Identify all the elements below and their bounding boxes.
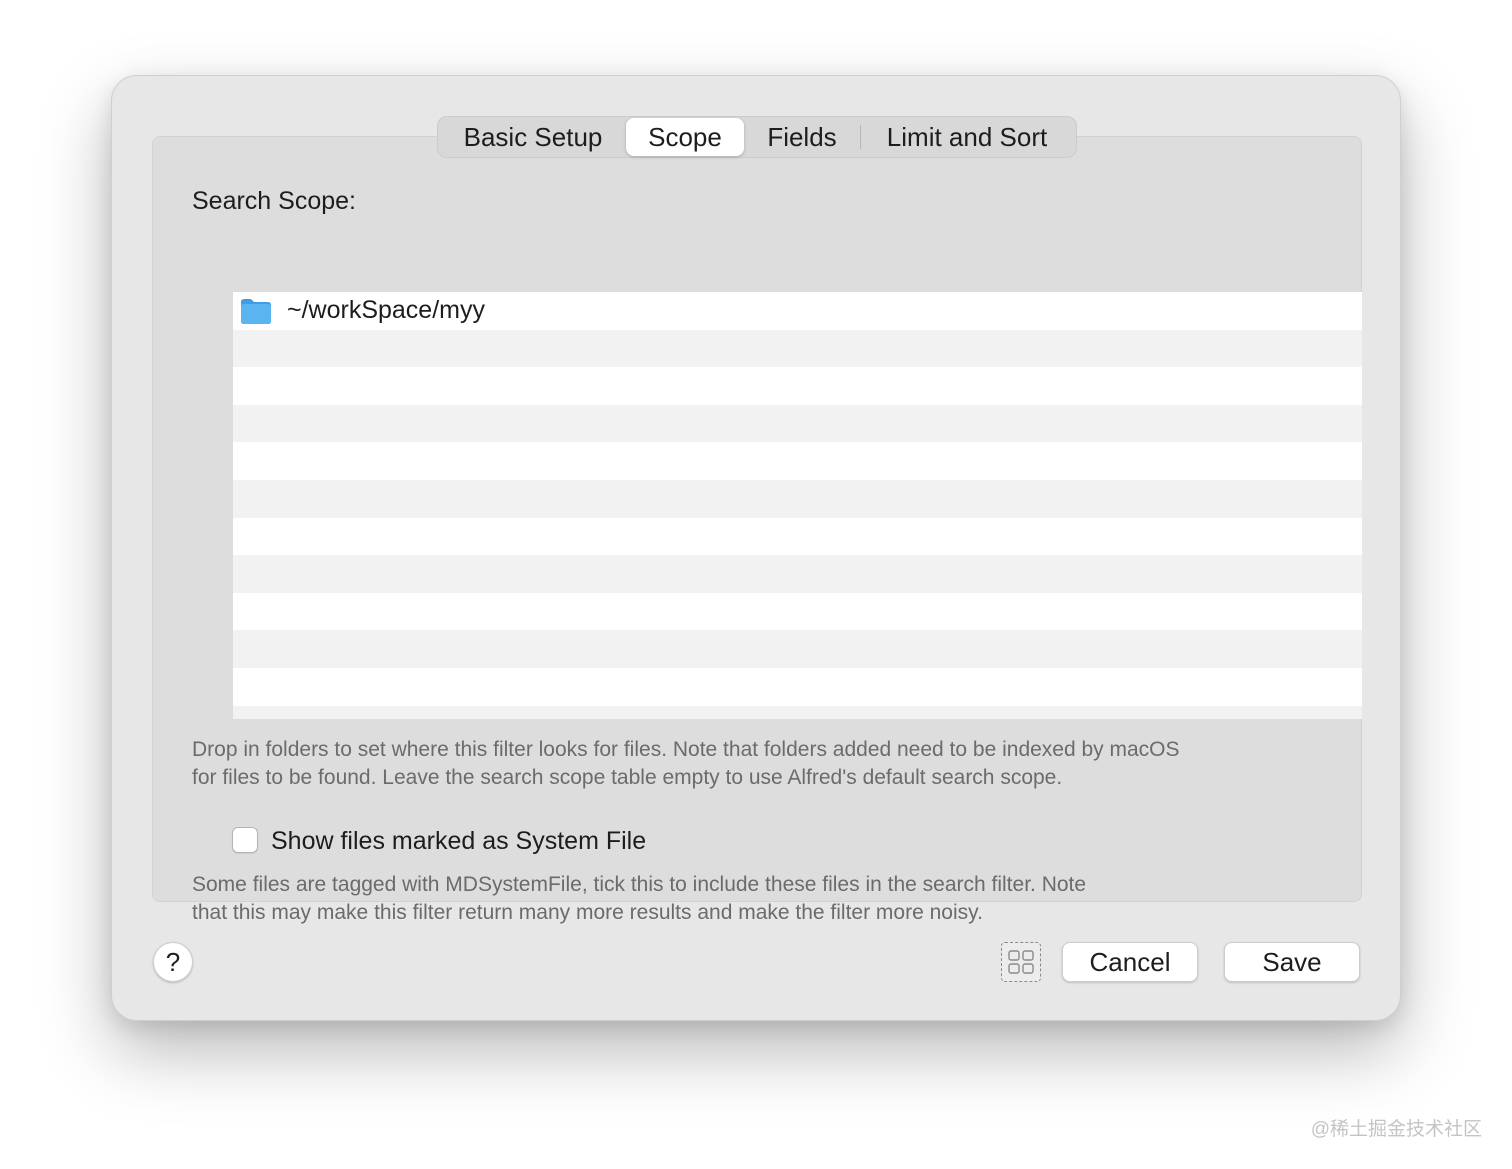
system-file-help-line-2: that this may make this filter return ma…: [192, 901, 983, 924]
scope-help-line-1: Drop in folders to set where this filter…: [192, 738, 1180, 761]
help-button[interactable]: ?: [153, 942, 193, 982]
tab-scope[interactable]: Scope: [626, 118, 744, 156]
empty-row: [233, 479, 1362, 518]
search-scope-table[interactable]: ~/workSpace/myy: [233, 292, 1362, 719]
show-system-files-checkbox[interactable]: [232, 827, 258, 853]
empty-row: [233, 367, 1362, 405]
empty-row: [233, 630, 1362, 668]
empty-row: [233, 404, 1362, 443]
grid-icon[interactable]: [1001, 942, 1041, 982]
show-system-files-label[interactable]: Show files marked as System File: [271, 827, 646, 856]
empty-row: [233, 329, 1362, 368]
watermark: @稀土掘金技术社区: [1310, 1119, 1482, 1140]
empty-row: [233, 593, 1362, 631]
empty-row: [233, 518, 1362, 556]
empty-row: [233, 705, 1362, 719]
empty-row: [233, 442, 1362, 480]
scope-help-line-2: for files to be found. Leave the search …: [192, 766, 1063, 789]
empty-row: [233, 668, 1362, 706]
tab-bar: Basic Setup Scope Fields Limit and Sort: [437, 116, 1077, 158]
tab-limit-and-sort[interactable]: Limit and Sort: [861, 118, 1073, 156]
save-button[interactable]: Save: [1224, 942, 1360, 982]
scope-path: ~/workSpace/myy: [287, 296, 485, 325]
cancel-button[interactable]: Cancel: [1062, 942, 1198, 982]
folder-icon: [239, 297, 273, 325]
scope-row[interactable]: ~/workSpace/myy: [233, 292, 1362, 330]
tab-basic-setup[interactable]: Basic Setup: [440, 118, 626, 156]
search-scope-label: Search Scope:: [192, 187, 356, 215]
system-file-help-line-1: Some files are tagged with MDSystemFile,…: [192, 873, 1087, 896]
empty-row: [233, 555, 1362, 593]
tab-fields[interactable]: Fields: [744, 118, 860, 156]
filter-settings-dialog: Search Scope: ~/workSpace/myy Drop in fo…: [111, 75, 1401, 1021]
scope-panel: Search Scope: ~/workSpace/myy Drop in fo…: [152, 136, 1362, 924]
